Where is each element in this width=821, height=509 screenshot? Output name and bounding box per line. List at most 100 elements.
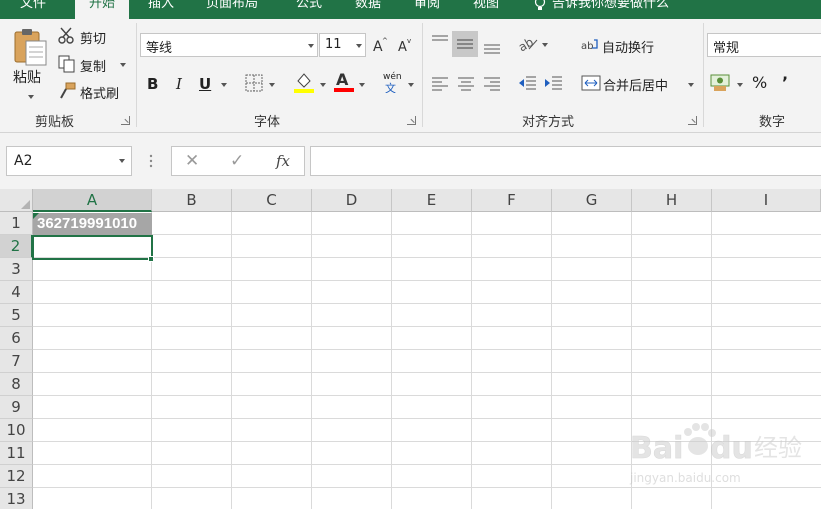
row-header-11[interactable]: 11 <box>0 442 33 465</box>
fill-color-icon[interactable] <box>293 71 315 93</box>
enter-button[interactable]: ✓ <box>230 151 244 171</box>
increase-indent-icon[interactable] <box>543 74 563 92</box>
row-header-4[interactable]: 4 <box>0 281 33 304</box>
row-gridline <box>33 395 821 396</box>
underline-dropdown-caret[interactable] <box>221 83 227 87</box>
column-header-b[interactable]: B <box>152 189 232 212</box>
column-header-c[interactable]: C <box>232 189 312 212</box>
scissors-icon <box>58 27 74 44</box>
svg-text:v: v <box>407 37 411 45</box>
align-bottom-icon[interactable] <box>482 35 502 55</box>
comma-style-button[interactable]: ’ <box>782 73 788 92</box>
group-divider <box>422 23 423 127</box>
fill-handle[interactable] <box>148 256 154 262</box>
column-header-f[interactable]: F <box>472 189 552 212</box>
row-header-10[interactable]: 10 <box>0 419 33 442</box>
cut-button[interactable]: 剪切 <box>80 28 106 47</box>
row-header-6[interactable]: 6 <box>0 327 33 350</box>
align-top-icon[interactable] <box>430 33 450 49</box>
merge-center-icon[interactable] <box>581 74 601 92</box>
alignment-launcher-icon[interactable] <box>688 116 697 125</box>
number-format-dropdown[interactable]: 常规 <box>707 33 821 57</box>
tab-file[interactable]: 文件 <box>20 0 46 19</box>
phonetic-icon: 文 <box>385 81 396 93</box>
tab-page-layout[interactable]: 页面布局 <box>206 0 258 19</box>
decrease-indent-icon[interactable] <box>517 74 537 92</box>
row-header-7[interactable]: 7 <box>0 350 33 373</box>
lightbulb-icon <box>534 0 546 10</box>
select-all-corner[interactable] <box>0 189 33 212</box>
tab-review[interactable]: 审阅 <box>414 0 440 19</box>
paste-button[interactable]: 粘贴 <box>13 67 41 87</box>
chevron-down-icon <box>119 159 125 163</box>
wrap-text-button[interactable]: 自动换行 <box>602 37 654 56</box>
italic-button[interactable]: I <box>176 75 182 93</box>
column-header-e[interactable]: E <box>392 189 472 212</box>
bold-button[interactable]: B <box>147 75 158 93</box>
orientation-dropdown-caret[interactable] <box>542 43 548 47</box>
decrease-font-size-icon[interactable]: A v <box>397 36 413 54</box>
row-header-1[interactable]: 1 <box>0 212 33 235</box>
align-center-icon[interactable] <box>456 76 476 92</box>
percent-button[interactable]: % <box>752 73 767 92</box>
underline-button[interactable]: U <box>199 75 211 93</box>
font-color-dropdown-caret[interactable] <box>359 83 365 87</box>
row-header-9[interactable]: 9 <box>0 396 33 419</box>
copy-button[interactable]: 复制 <box>80 56 106 75</box>
currency-icon[interactable] <box>710 72 732 92</box>
increase-font-size-icon[interactable]: A ^ <box>372 36 388 54</box>
border-dropdown-caret[interactable] <box>269 83 275 87</box>
column-header-a[interactable]: A <box>33 189 152 212</box>
row-header-13[interactable]: 13 <box>0 488 33 509</box>
svg-text:^: ^ <box>382 37 388 45</box>
tab-home[interactable]: 开始 <box>75 0 130 19</box>
merge-center-button[interactable]: 合并后居中 <box>603 75 668 94</box>
format-painter-button[interactable]: 格式刷 <box>80 83 119 102</box>
clipboard-launcher-icon[interactable] <box>121 116 130 125</box>
font-name-dropdown[interactable]: 等线 <box>140 33 318 57</box>
active-cell-a2[interactable] <box>32 235 153 260</box>
ribbon: 粘贴 剪切 复制 格式刷 剪贴板 等线 11 A ^ A v B I U A w… <box>0 19 821 133</box>
column-header-i[interactable]: I <box>712 189 821 212</box>
column-header-d[interactable]: D <box>312 189 392 212</box>
currency-dropdown-caret[interactable] <box>737 83 743 87</box>
column-header-h[interactable]: H <box>632 189 712 212</box>
svg-text:ab: ab <box>581 41 593 52</box>
font-launcher-icon[interactable] <box>407 116 416 125</box>
copy-dropdown-caret[interactable] <box>120 63 126 67</box>
row-header-3[interactable]: 3 <box>0 258 33 281</box>
baidu-jingyan-watermark: Bai du 经验 jingyan.baidu.com <box>629 423 802 485</box>
border-icon[interactable] <box>245 74 263 92</box>
phonetic-dropdown-caret[interactable] <box>408 83 414 87</box>
cancel-button[interactable]: ✕ <box>185 151 199 171</box>
align-right-icon[interactable] <box>482 76 502 92</box>
align-left-icon[interactable] <box>430 76 450 92</box>
insert-function-button[interactable]: fx <box>276 152 290 170</box>
formula-input[interactable] <box>310 146 821 176</box>
tell-me-search[interactable]: 告诉我你想要做什么 <box>552 0 669 19</box>
align-middle-icon[interactable] <box>455 34 475 54</box>
row-header-5[interactable]: 5 <box>0 304 33 327</box>
row-header-8[interactable]: 8 <box>0 373 33 396</box>
more-dots-icon[interactable] <box>148 153 154 169</box>
number-group-label: 数字 <box>759 115 786 130</box>
paste-icon[interactable] <box>12 27 48 67</box>
tab-insert[interactable]: 插入 <box>148 0 174 19</box>
svg-text:文: 文 <box>385 81 396 93</box>
orientation-icon[interactable]: ab <box>517 34 539 54</box>
column-header-g[interactable]: G <box>552 189 632 212</box>
row-header-12[interactable]: 12 <box>0 465 33 488</box>
fill-color-dropdown-caret[interactable] <box>320 83 326 87</box>
font-group-label: 字体 <box>254 115 281 130</box>
tab-formulas[interactable]: 公式 <box>296 0 322 19</box>
tab-data[interactable]: 数据 <box>355 0 381 19</box>
wrap-text-icon[interactable]: ab <box>581 36 599 54</box>
font-size-dropdown[interactable]: 11 <box>319 33 366 57</box>
paste-dropdown-caret[interactable] <box>28 95 34 99</box>
merge-dropdown-caret[interactable] <box>688 83 694 87</box>
name-box[interactable]: A2 <box>6 146 132 176</box>
row-header-2[interactable]: 2 <box>0 235 33 258</box>
font-color-icon[interactable]: A <box>333 70 355 93</box>
tab-view[interactable]: 视图 <box>473 0 499 19</box>
cell-a1[interactable]: 362719991010 <box>33 213 152 235</box>
